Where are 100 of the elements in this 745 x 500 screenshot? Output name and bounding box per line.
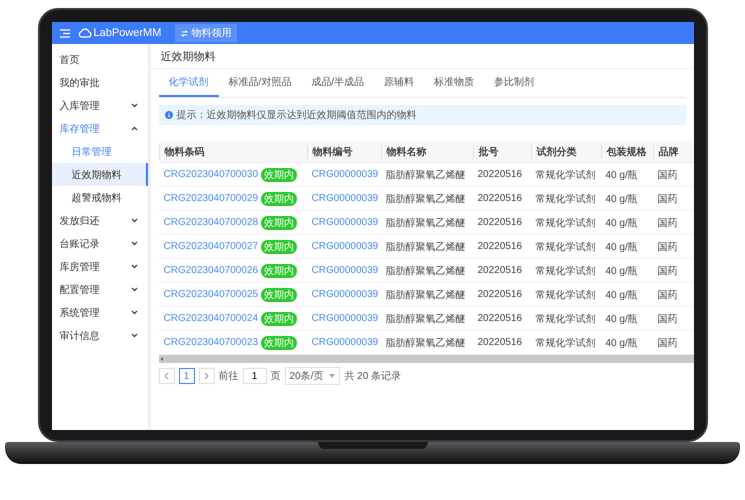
sidebar-item[interactable]: 库存管理 <box>52 117 148 140</box>
table-cell-text: 40 g/瓶 <box>604 192 639 206</box>
sidebar-item[interactable]: 首页 <box>52 48 148 71</box>
tab[interactable]: 参比制剂 <box>484 69 544 97</box>
table-cell-text: 40 g/瓶 <box>604 336 639 350</box>
swap-icon <box>181 30 188 36</box>
sidebar-item[interactable]: 台账记录 <box>52 232 148 255</box>
chevron-down-icon <box>130 218 138 223</box>
chevron-right-icon <box>204 372 209 380</box>
chevron-left-icon <box>164 372 169 380</box>
table-cell-text: 脂肪醇聚氧乙烯醚 <box>384 168 466 182</box>
column-header: 包装规格 <box>600 144 652 158</box>
sidebar-item[interactable]: 近效期物料 <box>52 163 148 186</box>
table-cell-text: 40 g/瓶 <box>604 264 639 278</box>
prev-page-button[interactable] <box>158 368 174 384</box>
code-link[interactable]: CRG00000039 <box>306 169 380 180</box>
chevron-down-icon <box>130 103 138 108</box>
table-cell-text: 国药 <box>656 312 678 326</box>
table-cell-text: 40 g/瓶 <box>604 168 639 182</box>
table-cell-text: 常规化学试剂 <box>534 240 596 254</box>
sidebar-item[interactable]: 审计信息 <box>52 324 148 347</box>
header-button[interactable]: 物料领用 <box>175 24 238 42</box>
sidebar-item[interactable]: 发放归还 <box>52 209 148 232</box>
sidebar-item-label: 系统管理 <box>60 306 100 320</box>
code-link[interactable]: CRG00000039 <box>306 289 380 300</box>
table-cell-text: 常规化学试剂 <box>534 264 596 278</box>
code-link[interactable]: CRG00000039 <box>306 313 380 324</box>
table-cell-text: 20220516 <box>476 289 523 300</box>
info-icon <box>164 111 172 119</box>
barcode-link[interactable]: CRG2023040700029 <box>164 193 258 204</box>
table-cell-text: 20220516 <box>476 193 523 204</box>
chevron-up-icon <box>130 126 138 131</box>
table-cell-text: 常规化学试剂 <box>534 192 596 206</box>
sidebar-item[interactable]: 库房管理 <box>52 255 148 278</box>
tab[interactable]: 原辅料 <box>374 69 424 97</box>
barcode-link[interactable]: CRG2023040700026 <box>164 265 258 276</box>
chevron-down-icon <box>130 287 138 292</box>
status-badge: 效期内 <box>261 312 298 326</box>
sidebar-item[interactable]: 日常管理 <box>52 140 148 163</box>
table-cell-text: 国药 <box>656 240 678 254</box>
table-cell-text: 20220516 <box>476 265 523 276</box>
barcode-link[interactable]: CRG2023040700030 <box>164 169 258 180</box>
barcode-link[interactable]: CRG2023040700024 <box>164 313 258 324</box>
goto-label: 前往 <box>218 370 238 383</box>
table-cell-text: 国药 <box>656 264 678 278</box>
code-link[interactable]: CRG00000039 <box>306 217 380 228</box>
code-link[interactable]: CRG00000039 <box>306 193 380 204</box>
barcode-link[interactable]: CRG2023040700027 <box>164 241 258 252</box>
table-cell-text: 脂肪醇聚氧乙烯醚 <box>384 264 466 278</box>
tab[interactable]: 成品/半成品 <box>301 69 374 97</box>
page-input[interactable]: 1 <box>242 368 266 384</box>
table-cell-text: 20220516 <box>476 337 523 348</box>
sidebar-item[interactable]: 配置管理 <box>52 278 148 301</box>
app-logo: LabPowerMM <box>78 27 162 39</box>
next-page-button[interactable] <box>198 368 214 384</box>
sidebar-item[interactable]: 入库管理 <box>52 94 148 117</box>
code-link[interactable]: CRG00000039 <box>306 265 380 276</box>
table-cell-text: 脂肪醇聚氧乙烯醚 <box>384 336 466 350</box>
tab[interactable]: 标准品/对照品 <box>218 69 302 97</box>
table-cell-text: 脂肪醇聚氧乙烯醚 <box>384 312 466 326</box>
chevron-down-icon <box>130 241 138 246</box>
table-cell-text: 脂肪醇聚氧乙烯醚 <box>384 288 466 302</box>
page-unit: 页 <box>270 370 280 383</box>
table-cell-text: 国药 <box>656 168 678 182</box>
sidebar-item-label: 发放归还 <box>60 214 100 228</box>
chevron-down-icon <box>130 310 138 315</box>
status-badge: 效期内 <box>261 216 298 230</box>
page-button[interactable]: 1 <box>178 368 194 384</box>
horizontal-scrollbar[interactable] <box>158 355 694 363</box>
table-cell-text: 常规化学试剂 <box>534 312 596 326</box>
tab[interactable]: 标准物质 <box>424 69 484 97</box>
table-cell-text: 40 g/瓶 <box>604 216 639 230</box>
chevron-down-icon <box>130 264 138 269</box>
sidebar-item[interactable]: 超警戒物料 <box>52 186 148 209</box>
table-cell-text: 常规化学试剂 <box>534 168 596 182</box>
column-header: 物料编号 <box>306 144 380 158</box>
status-badge: 效期内 <box>261 192 298 206</box>
sidebar-item-label: 审计信息 <box>60 330 100 342</box>
barcode-link[interactable]: CRG2023040700023 <box>164 337 258 348</box>
column-header: 物料条码 <box>158 144 306 158</box>
table-cell-text: 脂肪醇聚氧乙烯醚 <box>384 192 466 206</box>
code-link[interactable]: CRG00000039 <box>306 241 380 252</box>
table-cell-text: 国药 <box>656 336 678 350</box>
barcode-link[interactable]: CRG2023040700028 <box>164 217 258 228</box>
status-badge: 效期内 <box>261 264 298 278</box>
table-cell-text: 国药 <box>656 216 678 230</box>
sidebar-item-label: 库房管理 <box>60 260 100 274</box>
page-size-select[interactable]: 20条/页 <box>284 367 340 385</box>
status-badge: 效期内 <box>261 240 298 254</box>
sidebar-item[interactable]: 系统管理 <box>52 301 148 324</box>
table-cell-text: 脂肪醇聚氧乙烯醚 <box>384 216 466 230</box>
code-link[interactable]: CRG00000039 <box>306 337 380 348</box>
total-count: 共 20 条记录 <box>344 370 402 383</box>
table-cell-text: 国药 <box>656 288 678 302</box>
barcode-link[interactable]: CRG2023040700025 <box>164 289 258 300</box>
tab[interactable]: 化学试剂 <box>158 69 218 97</box>
sidebar-item[interactable]: 我的审批 <box>52 71 148 94</box>
sidebar-item-label: 入库管理 <box>60 100 100 112</box>
menu-icon[interactable] <box>60 28 70 38</box>
page-title: 近效期物料 <box>150 44 694 69</box>
